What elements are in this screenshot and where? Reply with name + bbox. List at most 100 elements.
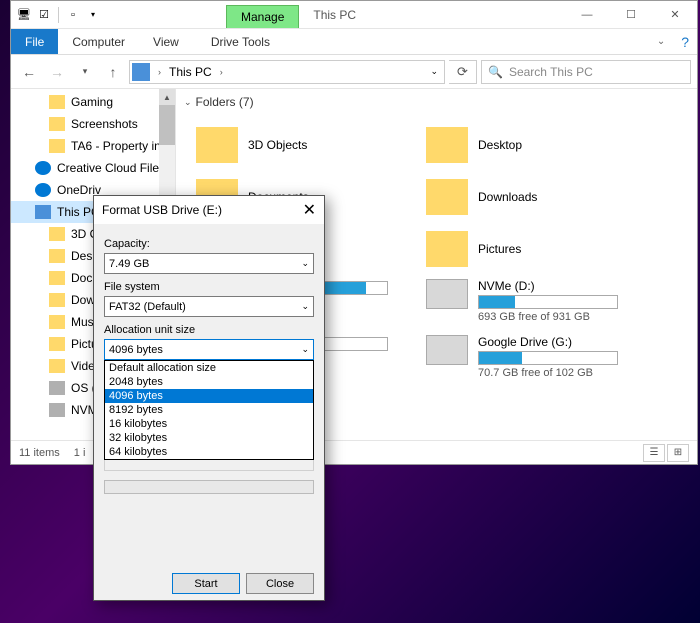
folder-icon	[49, 95, 65, 109]
cloud-icon	[35, 161, 51, 175]
new-folder-icon[interactable]: ▫	[64, 6, 82, 24]
close-button[interactable]: ✕	[653, 1, 697, 29]
file-menu[interactable]: File	[11, 29, 58, 54]
separator	[58, 7, 59, 23]
folder-icon	[426, 127, 468, 163]
breadcrumb[interactable]: This PC	[169, 65, 212, 79]
drive-free-text: 70.7 GB free of 102 GB	[478, 367, 656, 379]
tree-item-label: Creative Cloud Files	[57, 161, 165, 175]
tree-item[interactable]: TA6 - Property inform	[11, 135, 175, 157]
drive-usage-bar	[478, 295, 618, 309]
manage-tab-header[interactable]: Manage	[226, 5, 299, 28]
allocation-option[interactable]: 8192 bytes	[105, 403, 313, 417]
filesystem-select[interactable]: FAT32 (Default) ⌄	[104, 296, 314, 317]
up-button[interactable]: ↑	[101, 60, 125, 84]
folder-icon	[49, 227, 65, 241]
folder-icon	[196, 127, 238, 163]
pc-icon	[35, 205, 51, 219]
chevron-right-icon[interactable]: ›	[154, 67, 165, 77]
allocation-option[interactable]: 4096 bytes	[105, 389, 313, 403]
drive-info: NVMe (D:)693 GB free of 931 GB	[478, 279, 656, 323]
allocation-option[interactable]: 32 kilobytes	[105, 431, 313, 445]
folder-icon	[49, 337, 65, 351]
tree-item[interactable]: Creative Cloud Files	[11, 157, 175, 179]
folder-item[interactable]: 3D Objects	[196, 119, 426, 171]
group-label: Folders (7)	[196, 95, 254, 109]
properties-icon[interactable]: ☑	[35, 6, 53, 24]
drive-name: Google Drive (G:)	[478, 335, 656, 349]
ribbon-tab-computer[interactable]: Computer	[58, 30, 139, 54]
tree-item[interactable]: Gaming	[11, 91, 175, 113]
chevron-down-icon: ⌄	[301, 258, 309, 269]
icons-view-button[interactable]: ⊞	[667, 444, 689, 462]
folder-icon	[49, 315, 65, 329]
titlebar: 🖥 ☑ ▫ ▾ Manage This PC — ☐ ✕	[11, 1, 697, 29]
close-button[interactable]: Close	[246, 573, 314, 594]
back-button[interactable]: ←	[17, 60, 41, 84]
dialog-buttons: Start Close	[104, 569, 314, 594]
pc-icon: 🖥	[15, 6, 33, 24]
folder-icon	[49, 249, 65, 263]
tree-item-label: Gaming	[71, 95, 113, 109]
filesystem-value: FAT32 (Default)	[109, 301, 186, 313]
recent-dropdown-icon[interactable]: ▾	[73, 60, 97, 84]
ribbon: File Computer View Drive Tools ⌄ ?	[11, 29, 697, 55]
folder-item[interactable]: Pictures	[426, 223, 656, 275]
allocation-dropdown: Default allocation size2048 bytes4096 by…	[104, 360, 314, 460]
progress-bar	[104, 480, 314, 494]
pc-icon	[132, 63, 150, 81]
allocation-select[interactable]: 4096 bytes ⌄ Default allocation size2048…	[104, 339, 314, 360]
drive-name: NVMe (D:)	[478, 279, 656, 293]
window-controls: — ☐ ✕	[565, 1, 697, 29]
chevron-down-icon: ⌄	[301, 301, 309, 312]
ribbon-tab-drive-tools[interactable]: Drive Tools	[197, 30, 284, 54]
refresh-button[interactable]: ⟳	[449, 60, 477, 84]
folders-group-header[interactable]: ⌄ Folders (7)	[176, 93, 697, 111]
minimize-button[interactable]: —	[565, 1, 609, 29]
cloud-icon	[35, 183, 51, 197]
ribbon-tab-view[interactable]: View	[139, 30, 193, 54]
status-selected: 1 i	[74, 447, 86, 459]
folder-icon	[426, 179, 468, 215]
scroll-up-icon[interactable]: ▲	[159, 89, 175, 105]
folder-item[interactable]: Desktop	[426, 119, 656, 171]
allocation-option[interactable]: 16 kilobytes	[105, 417, 313, 431]
expand-ribbon-icon[interactable]: ⌄	[649, 36, 673, 47]
dialog-body: Capacity: 7.49 GB ⌄ File system FAT32 (D…	[94, 224, 324, 600]
dialog-titlebar: Format USB Drive (E:) ✕	[94, 196, 324, 224]
folder-icon	[426, 231, 468, 267]
drive-icon	[426, 279, 468, 309]
forward-button[interactable]: →	[45, 60, 69, 84]
folder-label: Downloads	[478, 190, 537, 204]
scroll-thumb[interactable]	[159, 105, 175, 145]
folder-icon	[49, 139, 65, 153]
drive-item[interactable]: NVMe (D:)693 GB free of 931 GB	[426, 279, 656, 323]
capacity-label: Capacity:	[104, 238, 314, 250]
allocation-option[interactable]: 64 kilobytes	[105, 445, 313, 459]
search-input[interactable]: 🔍 Search This PC	[481, 60, 691, 84]
chevron-right-icon[interactable]: ›	[216, 67, 227, 77]
dialog-title: Format USB Drive (E:)	[102, 203, 222, 217]
close-icon[interactable]: ✕	[303, 200, 316, 220]
folder-label: Pictures	[478, 242, 521, 256]
tree-item[interactable]: Screenshots	[11, 113, 175, 135]
drive-item[interactable]: Google Drive (G:) 70.7 GB free of 102 GB	[426, 335, 656, 379]
status-item-count: 11 items	[19, 447, 60, 459]
capacity-select[interactable]: 7.49 GB ⌄	[104, 253, 314, 274]
quick-access-toolbar: 🖥 ☑ ▫ ▾	[11, 6, 106, 24]
capacity-value: 7.49 GB	[109, 258, 149, 270]
format-dialog: Format USB Drive (E:) ✕ Capacity: 7.49 G…	[93, 195, 325, 601]
allocation-value: 4096 bytes	[109, 344, 163, 356]
folder-icon	[49, 117, 65, 131]
details-view-button[interactable]: ☰	[643, 444, 665, 462]
allocation-option[interactable]: Default allocation size	[105, 361, 313, 375]
folder-item[interactable]: Downloads	[426, 171, 656, 223]
allocation-option[interactable]: 2048 bytes	[105, 375, 313, 389]
help-icon[interactable]: ?	[673, 34, 697, 50]
drive-icon	[426, 335, 468, 365]
maximize-button[interactable]: ☐	[609, 1, 653, 29]
address-bar[interactable]: › This PC › ⌄	[129, 60, 445, 84]
address-dropdown-icon[interactable]: ⌄	[426, 66, 442, 77]
start-button[interactable]: Start	[172, 573, 240, 594]
qat-dropdown-icon[interactable]: ▾	[84, 6, 102, 24]
